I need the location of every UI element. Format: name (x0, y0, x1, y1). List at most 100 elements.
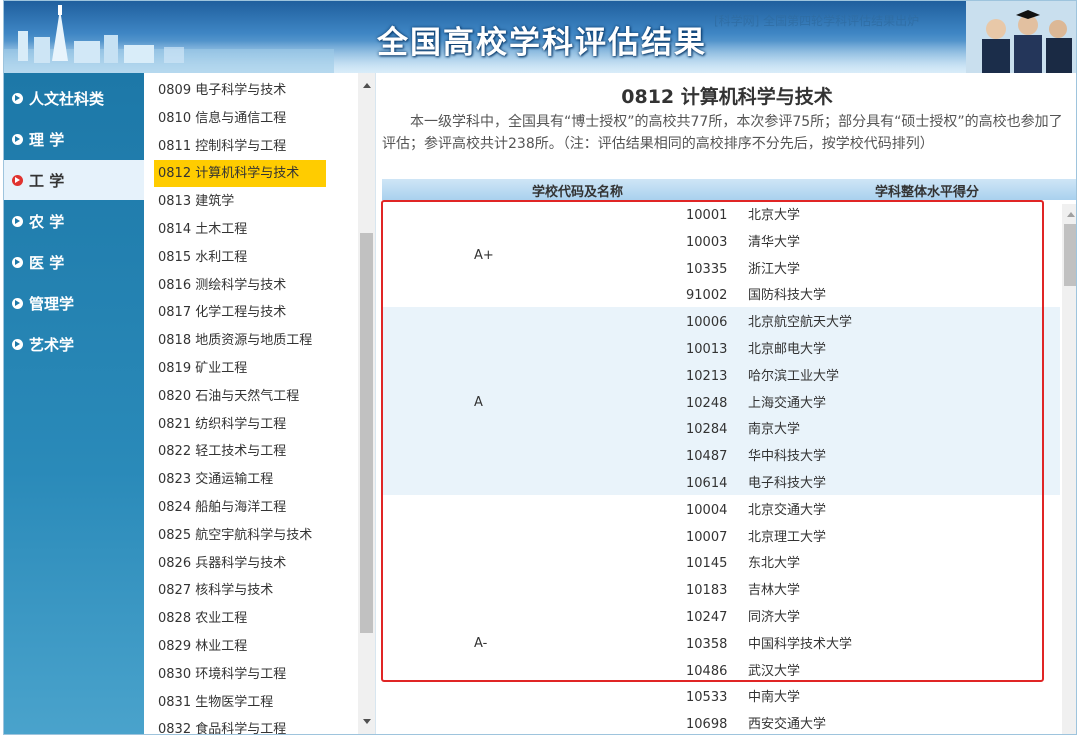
school-name: 电子科技大学 (748, 476, 827, 491)
table-row: 10248 上海交通大学 (382, 390, 1060, 417)
arrow-bullet-icon (12, 256, 23, 268)
school-name: 哈尔滨工业大学 (748, 368, 840, 384)
table-row: 10247 同济大学 (382, 604, 1060, 631)
school-code: 10614 (686, 476, 728, 491)
school-code: 10533 (686, 690, 728, 706)
school-code: 10001 (686, 208, 728, 223)
table-row: 10486 武汉大学 (382, 658, 1060, 685)
category-4[interactable]: 医 学 (4, 242, 144, 282)
table-row: 10006 北京航空航天大学 (382, 309, 1060, 336)
category-3[interactable]: 农 学 (4, 201, 144, 241)
table-row: 10614 电子科技大学 (382, 470, 1060, 497)
category-5[interactable]: 管理学 (4, 283, 144, 323)
banner-title: 全国高校学科评估结果 (377, 25, 707, 61)
results-panel: 0812 计算机科学与技术 本一级学科中，全国具有“博士授权”的高校共77所，本… (378, 73, 1076, 734)
scroll-down-arrow-icon[interactable] (358, 713, 375, 730)
results-scroll-up-icon[interactable] (1062, 206, 1076, 223)
school-code: 10213 (686, 368, 728, 384)
category-1[interactable]: 理 学 (4, 119, 144, 159)
category-label: 理 学 (29, 130, 65, 149)
app-frame: 全国高校学科评估结果 [科学网] 全国第四轮学科评估结果出炉 人文社科类理 学工… (3, 0, 1077, 735)
table-row: 10001 北京大学 (382, 202, 1060, 229)
subject-item[interactable]: 0823 交通运输工程 (154, 466, 273, 493)
graduates-photo (966, 1, 1076, 73)
subject-item[interactable]: 0825 航空宇航科学与技术 (154, 522, 312, 549)
school-name: 吉林大学 (748, 583, 801, 599)
building-skyline-image (4, 5, 334, 73)
table-row: 10004 北京交通大学 (382, 497, 1060, 524)
subject-item[interactable]: 0831 生物医学工程 (154, 689, 273, 716)
school-code: 10248 (686, 395, 728, 411)
news-marquee[interactable]: [科学网] 全国第四轮学科评估结果出炉 (714, 12, 919, 29)
school-code: 10284 (686, 422, 728, 438)
arrow-bullet-icon (12, 338, 23, 350)
table-row: 10145 东北大学 (382, 550, 1060, 577)
subject-item[interactable]: 0830 环境科学与工程 (154, 661, 286, 688)
category-6[interactable]: 艺术学 (4, 324, 144, 364)
school-name: 北京大学 (748, 208, 801, 223)
school-code: 10698 (686, 717, 728, 733)
category-label: 人文社科类 (29, 89, 105, 108)
header-banner: 全国高校学科评估结果 [科学网] 全国第四轮学科评估结果出炉 (4, 1, 1076, 73)
category-label: 农 学 (29, 212, 65, 231)
results-scrollbar-thumb[interactable] (1064, 224, 1076, 286)
school-name: 北京交通大学 (748, 502, 827, 518)
category-label: 艺术学 (29, 335, 75, 354)
category-label: 工 学 (29, 171, 65, 190)
arrow-bullet-icon (12, 215, 23, 227)
category-label: 医 学 (29, 253, 65, 272)
school-code: 10145 (686, 556, 728, 572)
subject-list: 0809 电子科学与技术 0810 信息与通信工程 0811 控制科学与工程 0812… (144, 73, 376, 734)
table-row: 91002 国防科技大学 (382, 282, 1060, 309)
subject-item[interactable]: 0815 水利工程 (154, 244, 247, 271)
subject-item[interactable]: 0811 控制科学与工程 (154, 133, 286, 160)
subject-item[interactable]: 0826 兵器科学与技术 (154, 550, 286, 577)
subject-item[interactable]: 0813 建筑学 (154, 188, 234, 215)
subject-item[interactable]: 0819 矿业工程 (154, 355, 247, 382)
subject-item[interactable]: 0812 计算机科学与技术 (154, 160, 326, 188)
arrow-bullet-icon (12, 92, 23, 104)
school-code: 10358 (686, 636, 728, 652)
scrollbar-thumb[interactable] (360, 233, 373, 633)
subject-item[interactable]: 0818 地质资源与地质工程 (154, 327, 312, 354)
subject-item[interactable]: 0816 测绘科学与技术 (154, 272, 286, 299)
school-name: 中南大学 (748, 690, 801, 706)
subject-item[interactable]: 0820 石油与天然气工程 (154, 383, 299, 410)
subject-list-scrollbar[interactable] (358, 73, 375, 734)
school-name: 东北大学 (748, 556, 801, 572)
subject-item[interactable]: 0827 核科学与技术 (154, 577, 273, 604)
subject-item[interactable]: 0824 船舶与海洋工程 (154, 494, 286, 521)
school-name: 华中科技大学 (748, 449, 827, 465)
subject-item[interactable]: 0814 土木工程 (154, 216, 247, 243)
col-score-header: 学科整体水平得分 (875, 185, 980, 200)
school-code: 10003 (686, 234, 728, 250)
category-2[interactable]: 工 学 (4, 160, 144, 200)
school-code: 91002 (686, 288, 728, 304)
subject-item[interactable]: 0832 食品科学与工程 (154, 716, 286, 734)
school-name: 国防科技大学 (748, 288, 827, 304)
subject-item[interactable]: 0828 农业工程 (154, 605, 247, 632)
school-name: 浙江大学 (748, 261, 801, 277)
subject-item[interactable]: 0809 电子科学与技术 (154, 77, 286, 104)
category-0[interactable]: 人文社科类 (4, 78, 144, 118)
table-row: 10284 南京大学 (382, 416, 1060, 443)
school-code: 10487 (686, 449, 728, 465)
table-row: 10698 西安交通大学 (382, 711, 1060, 734)
subject-item[interactable]: 0822 轻工技术与工程 (154, 438, 286, 465)
category-label: 管理学 (29, 294, 75, 313)
table-row: 10003 清华大学 (382, 229, 1060, 256)
table-row: 10533 中南大学 (382, 684, 1060, 711)
subject-item[interactable]: 0817 化学工程与技术 (154, 299, 286, 326)
subject-item[interactable]: 0821 纺织科学与工程 (154, 411, 286, 438)
arrow-bullet-icon (12, 297, 23, 309)
school-name: 同济大学 (748, 610, 801, 625)
subject-item[interactable]: 0810 信息与通信工程 (154, 105, 286, 132)
subject-item[interactable]: 0829 林业工程 (154, 633, 247, 660)
scroll-up-arrow-icon[interactable] (358, 77, 375, 94)
table-row: 10013 北京邮电大学 (382, 336, 1060, 363)
school-code: 10007 (686, 529, 728, 545)
school-name: 武汉大学 (748, 663, 801, 679)
category-nav: 人文社科类理 学工 学农 学医 学管理学艺术学 (4, 73, 144, 734)
results-scrollbar[interactable] (1062, 204, 1076, 734)
school-name: 南京大学 (748, 422, 801, 438)
